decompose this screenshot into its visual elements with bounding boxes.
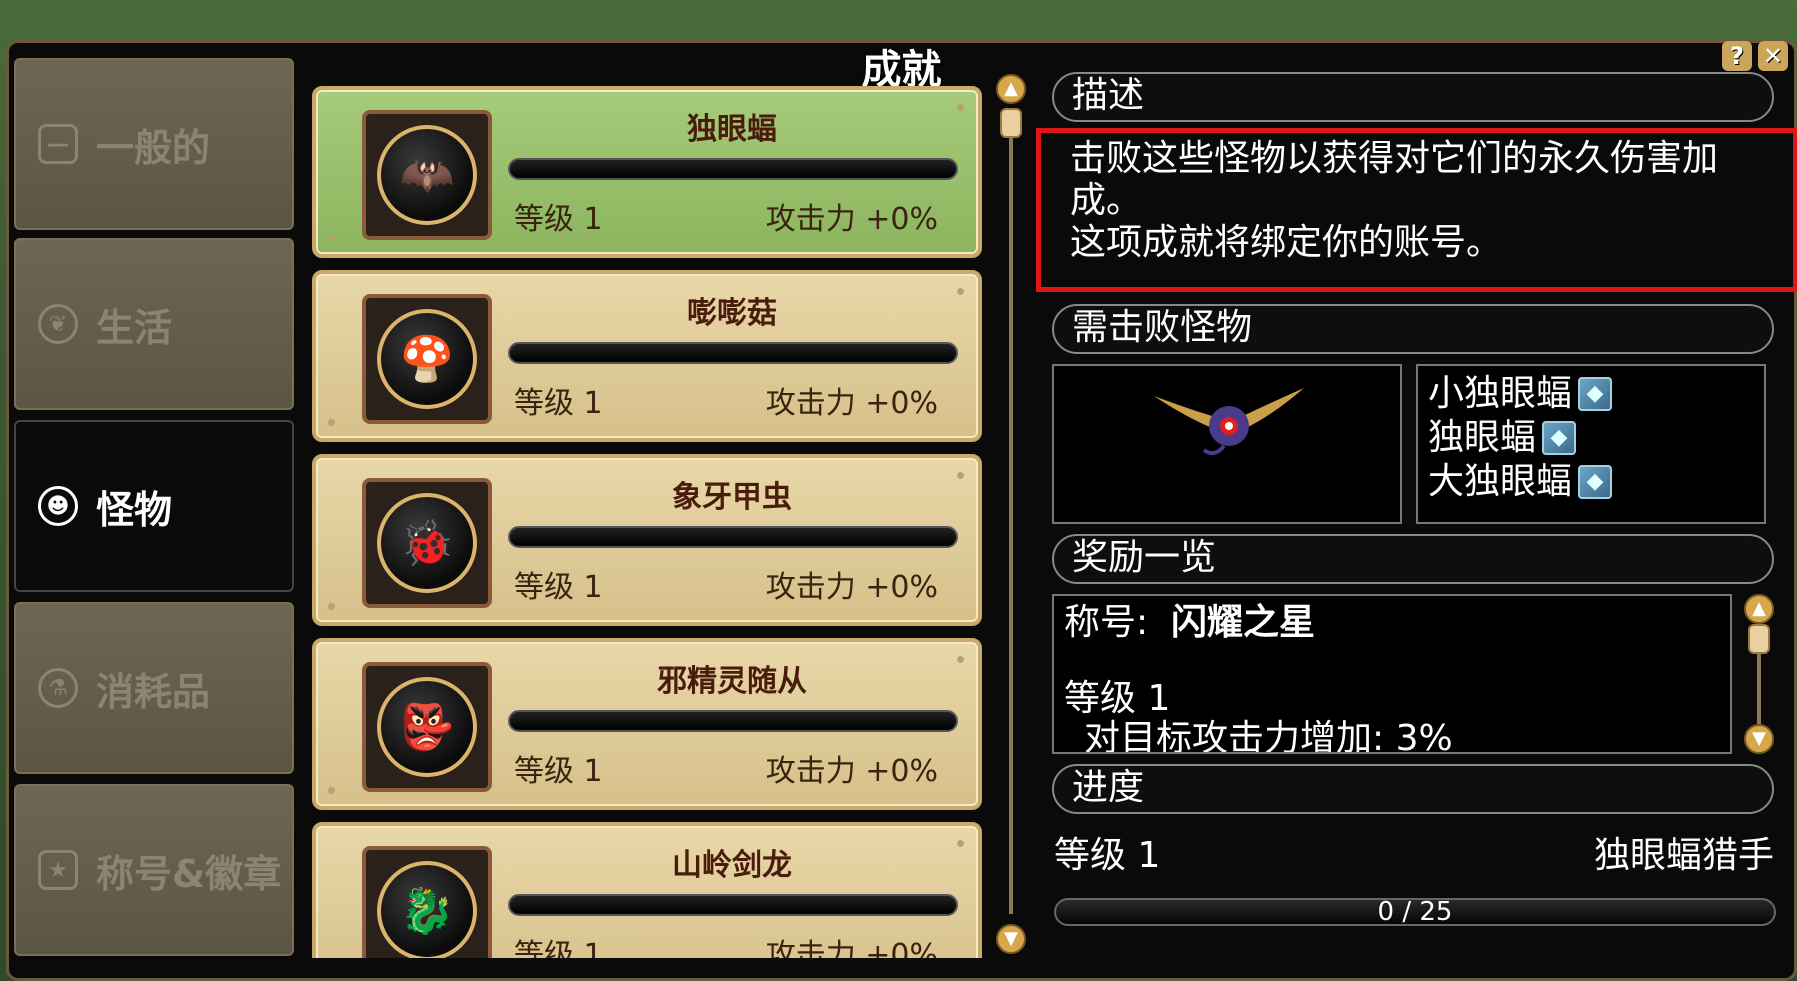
item-progress-bar (508, 894, 958, 916)
category-sidebar: — 一般的 ❦ 生活 ☻ 怪物 ⚗ 消耗品 ★ 称号&徽章 (14, 58, 294, 963)
description-header: 描述 (1052, 72, 1774, 122)
item-name: 象牙甲虫 (672, 480, 792, 515)
dragon-icon: 🐉 (377, 861, 477, 958)
item-name: 独眼蝠 (687, 112, 777, 147)
progress-title: 独眼蝠猎手 (1593, 835, 1774, 876)
sidebar-item-label: 称号&徽章 (96, 851, 282, 896)
item-level: 等级 1 (514, 754, 603, 789)
bat-icon: 🦇 (377, 125, 477, 225)
list-item: 独眼蝠 ◆ (1428, 416, 1754, 460)
sidebar-item-label: 一般的 (96, 125, 211, 170)
item-progress-bar (508, 158, 958, 180)
item-attack: 攻击力 +0% (765, 386, 938, 421)
leaf-icon: ❦ (38, 304, 78, 344)
item-level: 等级 1 (514, 570, 603, 605)
item-progress-bar (508, 710, 958, 732)
monster-icon: ☻ (38, 486, 78, 526)
monster-portrait: 🐉 (362, 846, 492, 958)
item-level: 等级 1 (514, 386, 603, 421)
beetle-icon: 🐞 (377, 493, 477, 593)
scroll-thumb[interactable] (1000, 108, 1022, 138)
monster-list: 小独眼蝠 ◆ 独眼蝠 ◆ 大独眼蝠 ◆ (1416, 364, 1766, 524)
sidebar-item-life[interactable]: ❦ 生活 (14, 238, 294, 410)
reward-level: 等级 1 (1064, 678, 1171, 719)
list-item[interactable]: 🍄 嘭嘭菇 等级 1 攻击力 +0% (312, 270, 982, 442)
progress-row: 等级 1 独眼蝠猎手 (1054, 826, 1774, 878)
scroll-down-icon[interactable]: ▼ (1744, 724, 1774, 754)
mushroom-icon: 🍄 (377, 309, 477, 409)
imp-icon: 👺 (377, 677, 477, 777)
item-name: 山岭剑龙 (672, 848, 792, 883)
reward-title-row: 称号: 闪耀之星 (1064, 602, 1720, 644)
item-name: 邪精灵随从 (657, 664, 807, 699)
list-item[interactable]: 🐉 山岭剑龙 等级 1 攻击力 +0% (312, 822, 982, 958)
sidebar-item-label: 怪物 (96, 487, 173, 532)
list-scrollbar[interactable]: ▲ ▼ (994, 74, 1028, 954)
reward-scrollbar[interactable]: ▲ ▼ (1742, 594, 1776, 754)
question-icon[interactable]: ? (1722, 41, 1752, 71)
reward-title-label: 称号: (1064, 602, 1149, 643)
general-icon: — (38, 124, 78, 164)
reward-box: 称号: 闪耀之星 等级 1 对目标攻击力增加: 3% (1052, 594, 1732, 754)
progress-text: 0 / 25 (1377, 897, 1453, 927)
progress-level: 等级 1 (1054, 835, 1161, 876)
gem-icon: ◆ (1578, 465, 1613, 499)
item-level: 等级 1 (514, 938, 603, 958)
progress-header: 进度 (1052, 764, 1774, 814)
scroll-up-icon[interactable]: ▲ (1744, 594, 1774, 624)
monster-portrait: 👺 (362, 662, 492, 792)
progress-bar: 0 / 25 (1054, 898, 1776, 926)
sidebar-item-title-badge[interactable]: ★ 称号&徽章 (14, 784, 294, 956)
highlight-box (1036, 128, 1797, 292)
monster-name: 小独眼蝠 (1428, 373, 1573, 414)
gem-icon: ◆ (1578, 377, 1613, 411)
gem-icon: ◆ (1542, 421, 1577, 455)
item-attack: 攻击力 +0% (765, 938, 938, 958)
item-level: 等级 1 (514, 202, 603, 237)
monster-portrait: 🦇 (362, 110, 492, 240)
scroll-up-icon[interactable]: ▲ (996, 74, 1026, 104)
close-icon[interactable]: ✕ (1758, 41, 1788, 71)
badge-icon: ★ (38, 850, 78, 890)
item-attack: 攻击力 +0% (765, 754, 938, 789)
game-screen: { "window": {"title": "成就", "help_icon":… (0, 0, 1797, 981)
bat-icon (1154, 388, 1304, 456)
item-attack: 攻击力 +0% (765, 202, 938, 237)
item-progress-bar (508, 342, 958, 364)
monster-name: 大独眼蝠 (1428, 461, 1573, 502)
list-item: 大独眼蝠 ◆ (1428, 460, 1754, 504)
list-item[interactable]: 👺 邪精灵随从 等级 1 攻击力 +0% (312, 638, 982, 810)
monsters-header: 需击败怪物 (1052, 304, 1774, 354)
sidebar-item-consumable[interactable]: ⚗ 消耗品 (14, 602, 294, 774)
list-item: 小独眼蝠 ◆ (1428, 372, 1754, 416)
monster-preview (1052, 364, 1402, 524)
item-attack: 攻击力 +0% (765, 570, 938, 605)
list-item[interactable]: 🐞 象牙甲虫 等级 1 攻击力 +0% (312, 454, 982, 626)
sidebar-item-label: 消耗品 (96, 669, 211, 714)
detail-panel: 描述 击败这些怪物以获得对它们的永久伤害加 成。 这项成就将绑定你的账号。 需击… (1036, 68, 1797, 958)
item-progress-bar (508, 526, 958, 548)
list-item[interactable]: 🦇 独眼蝠 等级 1 攻击力 +0% (312, 86, 982, 258)
achievement-list: 🦇 独眼蝠 等级 1 攻击力 +0% 🍄 嘭嘭菇 等级 1 攻击力 +0% 🐞 … (312, 78, 982, 958)
scroll-thumb[interactable] (1748, 624, 1770, 654)
sidebar-item-monster[interactable]: ☻ 怪物 (14, 420, 294, 592)
sidebar-item-label: 生活 (96, 305, 173, 350)
reward-title-value: 闪耀之星 (1171, 602, 1316, 643)
reward-effect: 对目标攻击力增加: 3% (1084, 718, 1453, 754)
potion-icon: ⚗ (38, 668, 78, 708)
item-name: 嘭嘭菇 (687, 296, 777, 331)
monster-portrait: 🐞 (362, 478, 492, 608)
monster-name: 独眼蝠 (1428, 417, 1537, 458)
scroll-down-icon[interactable]: ▼ (996, 924, 1026, 954)
rewards-header: 奖励一览 (1052, 534, 1774, 584)
monster-portrait: 🍄 (362, 294, 492, 424)
sidebar-item-general[interactable]: — 一般的 (14, 58, 294, 230)
